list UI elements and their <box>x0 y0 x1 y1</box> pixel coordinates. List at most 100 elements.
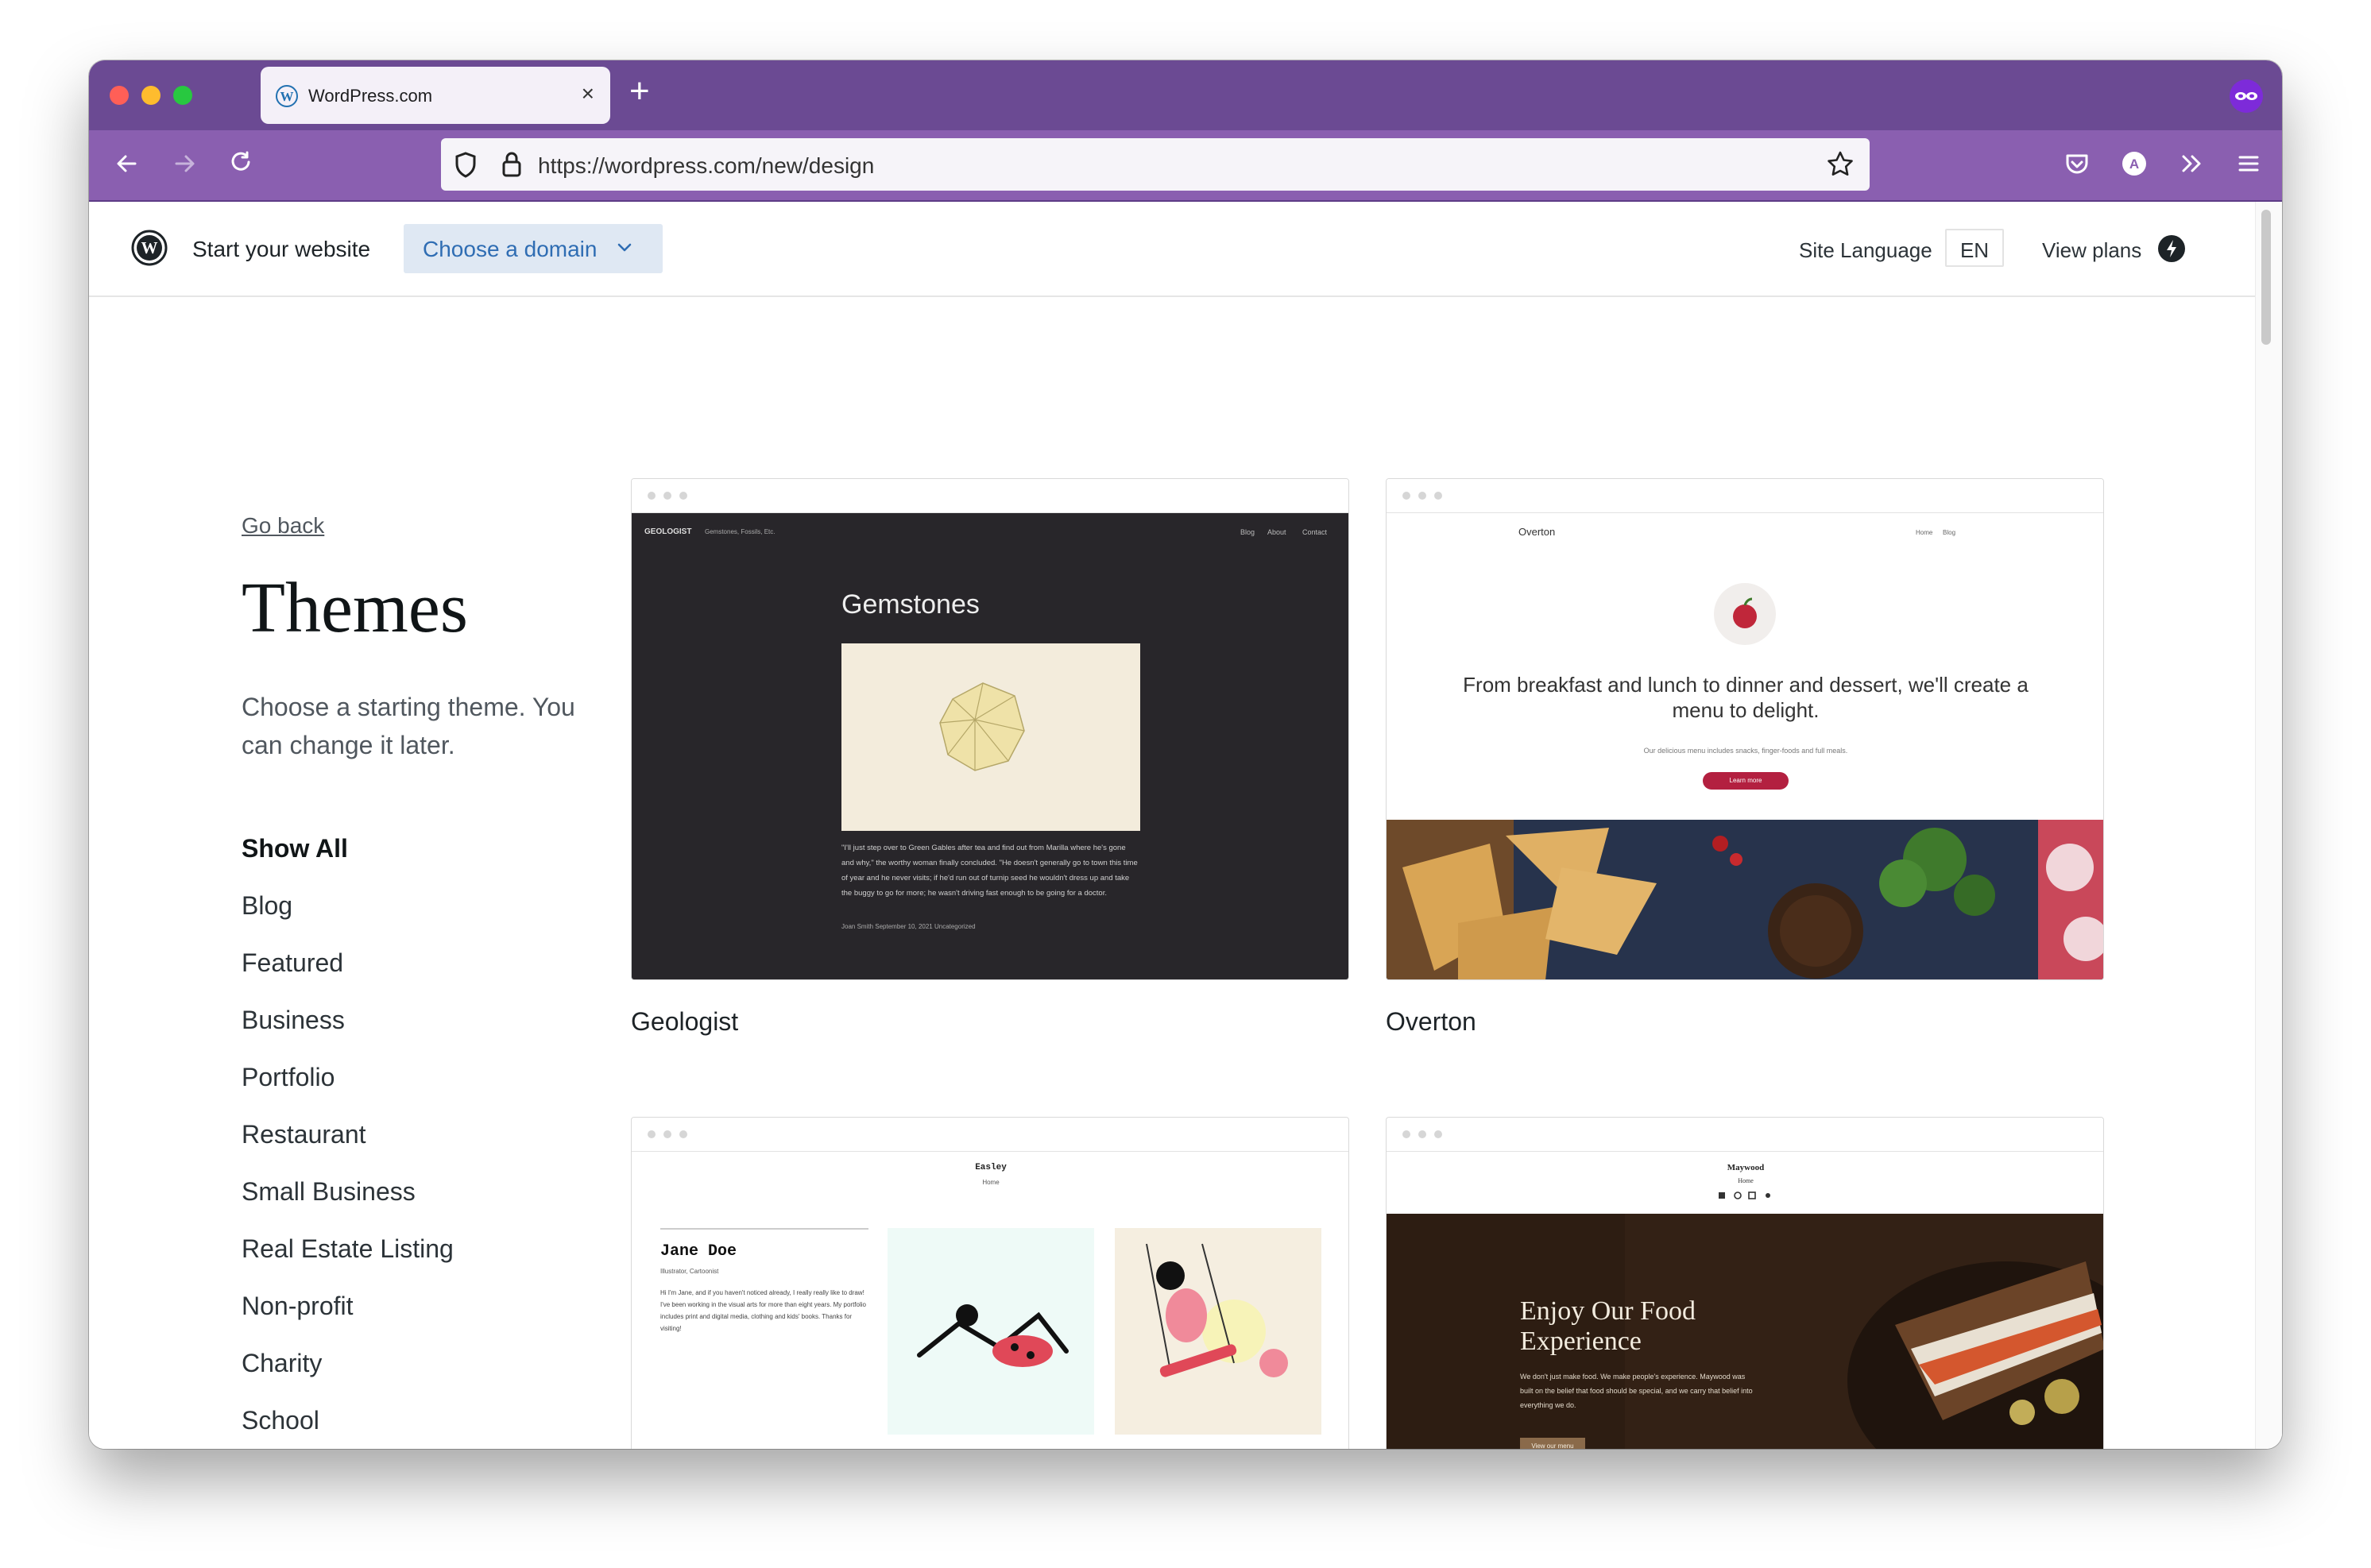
choose-domain-label: Choose a domain <box>423 237 598 261</box>
browser-window: W WordPress.com × + https://wordpress.co… <box>89 60 2282 1449</box>
preview-headline: From breakfast and lunch to dinner and d… <box>1463 673 2029 722</box>
back-icon[interactable] <box>110 146 145 181</box>
preview-author-role: Illustrator, Cartoonist <box>660 1268 719 1275</box>
svg-text:A: A <box>2129 156 2139 172</box>
theme-preview[interactable]: Overton Home Blog From breakfast and lun… <box>1386 478 2104 980</box>
preview-nav-about: About <box>1267 528 1286 536</box>
private-browsing-icon <box>2230 79 2263 113</box>
preview-site-name: GEOLOGIST <box>644 527 692 536</box>
preview-body: We don't just make food. We make people'… <box>1520 1373 1753 1409</box>
preview-tagline: Gemstones, Fossils, Etc. <box>705 528 776 535</box>
preview-nav-blog: Blog <box>1943 529 1956 536</box>
page-content: W Start your website Choose a domain Sit… <box>89 202 2282 1449</box>
illustration-tile <box>1115 1228 1321 1435</box>
category-blog[interactable]: Blog <box>242 891 292 921</box>
preview-nav-blog: Blog <box>1240 528 1255 536</box>
bookmark-star-icon[interactable] <box>1825 149 1855 180</box>
preview-small-text: Our delicious menu includes snacks, fing… <box>1643 747 1848 755</box>
preview-site-name: Easley <box>975 1163 1007 1172</box>
theme-card-geologist[interactable]: GEOLOGIST Gemstones, Fossils, Etc. Blog … <box>631 478 1349 1066</box>
geologist-preview-canvas: GEOLOGIST Gemstones, Fossils, Etc. Blog … <box>632 513 1348 979</box>
preview-author-name: Jane Doe <box>660 1242 737 1261</box>
start-your-website-label: Start your website <box>192 237 371 261</box>
category-featured[interactable]: Featured <box>242 948 343 978</box>
food-photo <box>1387 820 2103 979</box>
menu-icon[interactable] <box>2231 146 2266 181</box>
site-language-label: Site Language <box>1799 238 1932 262</box>
new-tab-button[interactable]: + <box>629 71 650 111</box>
minimize-window-button[interactable] <box>141 86 161 105</box>
preview-nav-home: Home <box>982 1179 1000 1186</box>
pocket-icon[interactable] <box>2060 146 2094 181</box>
preview-chrome <box>1387 479 2103 513</box>
page-title: Themes <box>242 569 468 647</box>
tab-title: WordPress.com <box>308 86 433 106</box>
more-tools-icon[interactable] <box>2174 146 2209 181</box>
category-real-estate-listing[interactable]: Real Estate Listing <box>242 1234 454 1264</box>
view-plans-link[interactable]: View plans <box>2042 238 2141 263</box>
url-text[interactable]: https://wordpress.com/new/design <box>538 153 874 179</box>
preview-nav-contact: Contact <box>1302 528 1328 536</box>
tab-close-icon[interactable]: × <box>582 81 594 106</box>
preview-meta: Joan Smith September 10, 2021 Uncategori… <box>841 923 976 930</box>
theme-preview[interactable]: GEOLOGIST Gemstones, Fossils, Etc. Blog … <box>631 478 1349 980</box>
preview-learn-more-button: Learn more <box>1703 772 1789 790</box>
illustration-tile <box>888 1228 1094 1435</box>
theme-name[interactable]: Overton <box>1386 1007 1476 1037</box>
preview-nav-home: Home <box>1916 529 1933 536</box>
preview-chrome <box>1387 1118 2103 1152</box>
preview-chrome <box>632 1118 1348 1152</box>
category-portfolio[interactable]: Portfolio <box>242 1063 335 1092</box>
account-icon[interactable]: A <box>2117 146 2152 181</box>
preview-bio: Hi I'm Jane, and if you haven't noticed … <box>660 1289 866 1332</box>
theme-card-overton[interactable]: Overton Home Blog From breakfast and lun… <box>1386 478 2104 1066</box>
svg-text:W: W <box>141 238 158 257</box>
preview-menu-button: View our menu <box>1520 1438 1585 1449</box>
overton-preview-canvas: Overton Home Blog From breakfast and lun… <box>1387 513 2103 979</box>
preview-chrome <box>632 479 1348 513</box>
site-language-value: EN <box>1959 238 1990 262</box>
scrollbar-thumb[interactable] <box>2261 210 2271 345</box>
social-icons <box>1717 1190 1774 1199</box>
reload-icon[interactable] <box>224 146 259 181</box>
category-school[interactable]: School <box>242 1406 319 1435</box>
easley-preview-canvas: Easley Home Jane Doe Illustrator, Cartoo… <box>632 1152 1348 1449</box>
zoom-window-button[interactable] <box>173 86 192 105</box>
lock-icon[interactable] <box>500 149 524 180</box>
lightning-icon[interactable] <box>2158 235 2185 262</box>
wordpress-favicon-icon: W <box>276 85 298 107</box>
svg-text:W: W <box>280 89 294 104</box>
wordpress-logo-icon[interactable]: W <box>130 229 168 267</box>
address-bar[interactable]: https://wordpress.com/new/design <box>441 138 1870 191</box>
gemstone-image <box>841 643 1140 831</box>
browser-tab[interactable]: W WordPress.com × <box>261 67 610 124</box>
scrollbar-track[interactable] <box>2255 202 2282 1449</box>
category-business[interactable]: Business <box>242 1006 345 1035</box>
category-restaurant[interactable]: Restaurant <box>242 1120 366 1149</box>
go-back-link[interactable]: Go back <box>242 513 324 539</box>
category-small-business[interactable]: Small Business <box>242 1177 416 1207</box>
restaurant-hero: Enjoy Our Food Experience We don't just … <box>1387 1214 2103 1449</box>
preview-nav-home: Home <box>1738 1177 1754 1184</box>
navigation-toolbar: https://wordpress.com/new/design A <box>89 130 2282 202</box>
chevron-down-icon <box>617 243 632 252</box>
page-subtitle: Choose a starting theme. You can change … <box>242 693 575 759</box>
theme-card-maywood[interactable]: Maywood Home Enjoy Our Food Experience W… <box>1386 1117 2104 1449</box>
theme-preview[interactable]: Maywood Home Enjoy Our Food Experience W… <box>1386 1117 2104 1449</box>
preview-site-name: Overton <box>1518 526 1556 538</box>
tab-strip: W WordPress.com × + <box>89 60 2282 130</box>
category-non-profit[interactable]: Non-profit <box>242 1292 354 1321</box>
shield-icon[interactable] <box>452 151 479 180</box>
site-language-selector[interactable]: EN <box>1945 229 2004 267</box>
close-window-button[interactable] <box>110 86 129 105</box>
signup-header: W Start your website Choose a domain Sit… <box>89 202 2255 297</box>
preview-site-name: Maywood <box>1727 1163 1765 1172</box>
category-show-all[interactable]: Show All <box>242 834 348 863</box>
preview-headline: Enjoy Our Food Experience <box>1520 1296 1696 1356</box>
choose-domain-button[interactable]: Choose a domain <box>404 224 663 273</box>
theme-preview[interactable]: Easley Home Jane Doe Illustrator, Cartoo… <box>631 1117 1349 1449</box>
theme-card-easley[interactable]: Easley Home Jane Doe Illustrator, Cartoo… <box>631 1117 1349 1449</box>
forward-icon[interactable] <box>167 146 202 181</box>
category-charity[interactable]: Charity <box>242 1349 322 1378</box>
theme-name[interactable]: Geologist <box>631 1007 738 1037</box>
